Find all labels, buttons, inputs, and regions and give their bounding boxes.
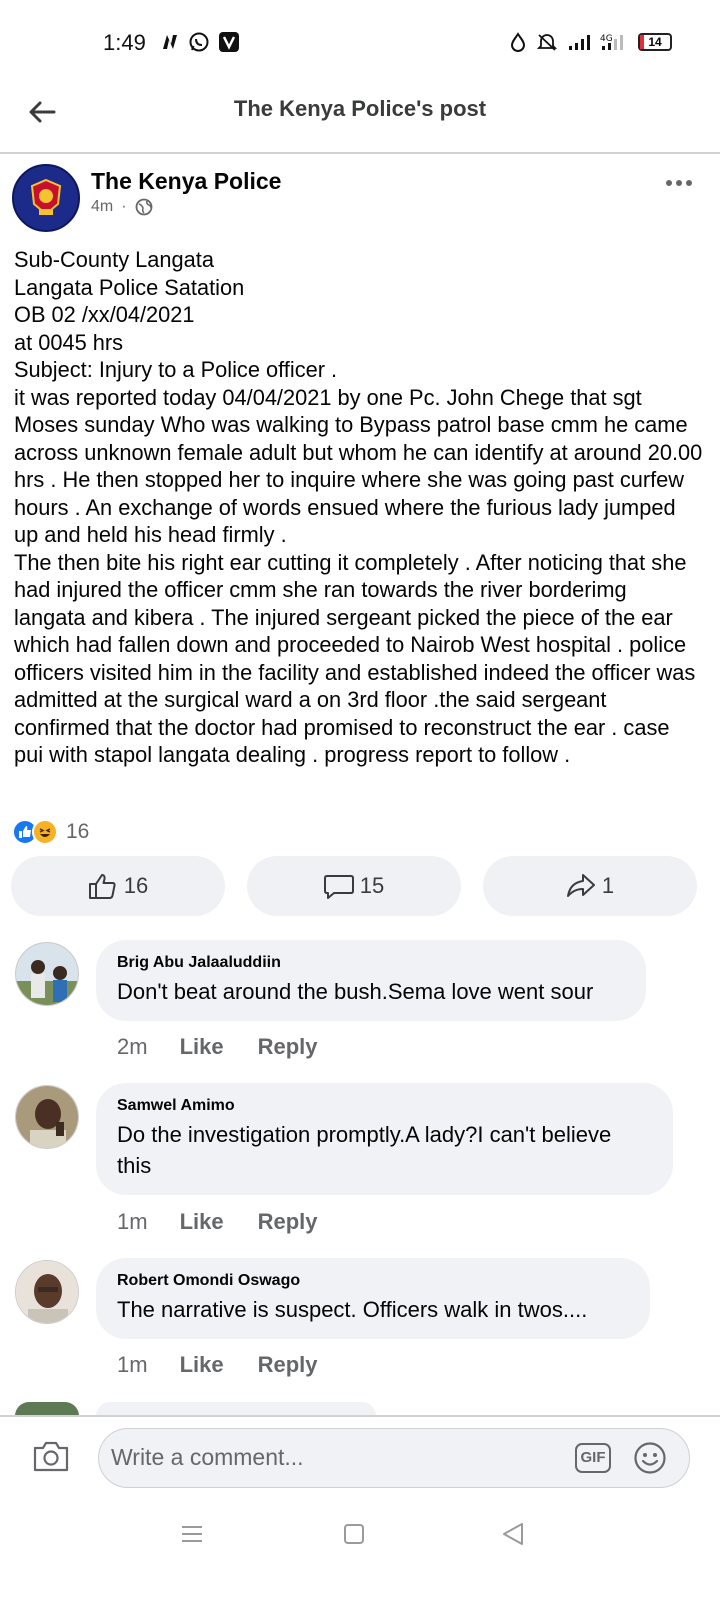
comment-button[interactable]: 15	[247, 856, 461, 916]
comment-count: 15	[359, 873, 385, 898]
svg-text:4G: 4G	[600, 34, 613, 44]
post-meta: 4m ·	[91, 198, 153, 216]
like-count: 16	[123, 873, 149, 898]
commenter-avatar[interactable]	[15, 1260, 79, 1324]
camera-icon	[33, 1441, 69, 1472]
comment-icon	[323, 875, 354, 899]
comment-time: 1m	[117, 1209, 148, 1234]
battery-icon: 14	[638, 33, 672, 51]
police-emblem-icon	[30, 178, 62, 216]
reaction-count: 16	[66, 820, 90, 843]
signal-4g-icon: 4G	[600, 32, 628, 52]
post-text: Sub-County Langata Langata Police Satati…	[14, 247, 703, 767]
notification-icons	[160, 31, 240, 53]
recent-apps-button[interactable]	[180, 1523, 204, 1550]
comment-actions: 1m Like Reply	[117, 1209, 352, 1235]
comment-reply-button[interactable]: Reply	[258, 1034, 318, 1060]
share-count: 1	[601, 873, 615, 898]
comment-text: Do the investigation promptly.A lady?I c…	[117, 1122, 612, 1178]
gif-button[interactable]: GIF	[575, 1443, 611, 1473]
home-button[interactable]	[343, 1523, 365, 1550]
triangle-back-icon	[503, 1523, 523, 1545]
smiley-icon	[634, 1442, 666, 1474]
meta-separator: ·	[121, 198, 127, 215]
post-author-name[interactable]: The Kenya Police	[91, 168, 281, 195]
status-time: 1:49	[103, 30, 146, 55]
v-app-icon	[218, 31, 240, 53]
comment-reply-button[interactable]: Reply	[258, 1352, 318, 1378]
comment-bubble[interactable]: Robert Omondi Oswago The narrative is su…	[96, 1258, 650, 1339]
post-page-header: The Kenya Police's post	[0, 80, 720, 154]
comment-like-button[interactable]: Like	[180, 1209, 224, 1235]
n-app-icon	[160, 32, 180, 52]
commenter-avatar[interactable]	[15, 1085, 79, 1149]
globe-icon	[135, 198, 152, 216]
comment-actions: 2m Like Reply	[117, 1034, 352, 1060]
like-button[interactable]: 16	[11, 856, 225, 916]
comment-like-button[interactable]: Like	[180, 1034, 224, 1060]
battery-level: 14	[648, 35, 662, 49]
comment-author[interactable]: Robert Omondi Oswago	[117, 1272, 628, 1290]
status-bar: 1:49 4G 14	[0, 0, 720, 80]
reactions-summary[interactable]: 16	[12, 818, 89, 846]
data-saver-icon	[510, 32, 526, 52]
share-button[interactable]: 1	[483, 856, 697, 916]
menu-lines-icon	[182, 1526, 202, 1542]
comment-time: 2m	[117, 1034, 148, 1059]
more-options-icon[interactable]	[666, 180, 692, 186]
haha-reaction-icon	[32, 819, 58, 845]
commenter-avatar[interactable]	[15, 942, 79, 1006]
comment-text: Don't beat around the bush.Sema love wen…	[117, 979, 594, 1004]
comment-input[interactable]: Write a comment... GIF	[98, 1428, 690, 1488]
comment-bubble[interactable]: Brig Abu Jalaaluddiin Don't beat around …	[96, 940, 646, 1021]
comment-bubble-partial	[96, 1402, 376, 1416]
comment-actions: 1m Like Reply	[117, 1352, 352, 1378]
comment-item-partial	[15, 1402, 79, 1416]
thumbs-up-icon	[88, 874, 116, 899]
comment-author[interactable]: Samwel Amimo	[117, 1097, 651, 1115]
post-header: The Kenya Police 4m ·	[0, 156, 720, 238]
signal-icon	[568, 33, 590, 51]
share-icon	[566, 874, 595, 897]
square-home-icon	[344, 1524, 364, 1544]
comment-author[interactable]: Brig Abu Jalaaluddiin	[117, 954, 624, 972]
emoji-button[interactable]	[633, 1441, 667, 1480]
post-actions: 16 15 1	[11, 856, 697, 916]
system-icons: 4G 14	[510, 32, 672, 52]
comment-input-placeholder: Write a comment...	[111, 1444, 304, 1470]
comment-text: The narrative is suspect. Officers walk …	[117, 1297, 588, 1322]
whatsapp-icon	[188, 31, 210, 53]
post-time: 4m	[91, 198, 114, 215]
mute-icon	[536, 32, 558, 52]
comment-time: 1m	[117, 1352, 148, 1377]
comment-reply-button[interactable]: Reply	[258, 1209, 318, 1235]
comment-like-button[interactable]: Like	[180, 1352, 224, 1378]
comment-composer: Write a comment... GIF	[0, 1415, 720, 1505]
page-avatar[interactable]	[12, 164, 80, 232]
comment-bubble[interactable]: Samwel Amimo Do the investigation prompt…	[96, 1083, 673, 1195]
system-navigation-bar	[0, 1505, 720, 1600]
system-back-button[interactable]	[500, 1521, 526, 1552]
camera-button[interactable]	[32, 1439, 70, 1478]
page-title: The Kenya Police's post	[233, 96, 487, 121]
